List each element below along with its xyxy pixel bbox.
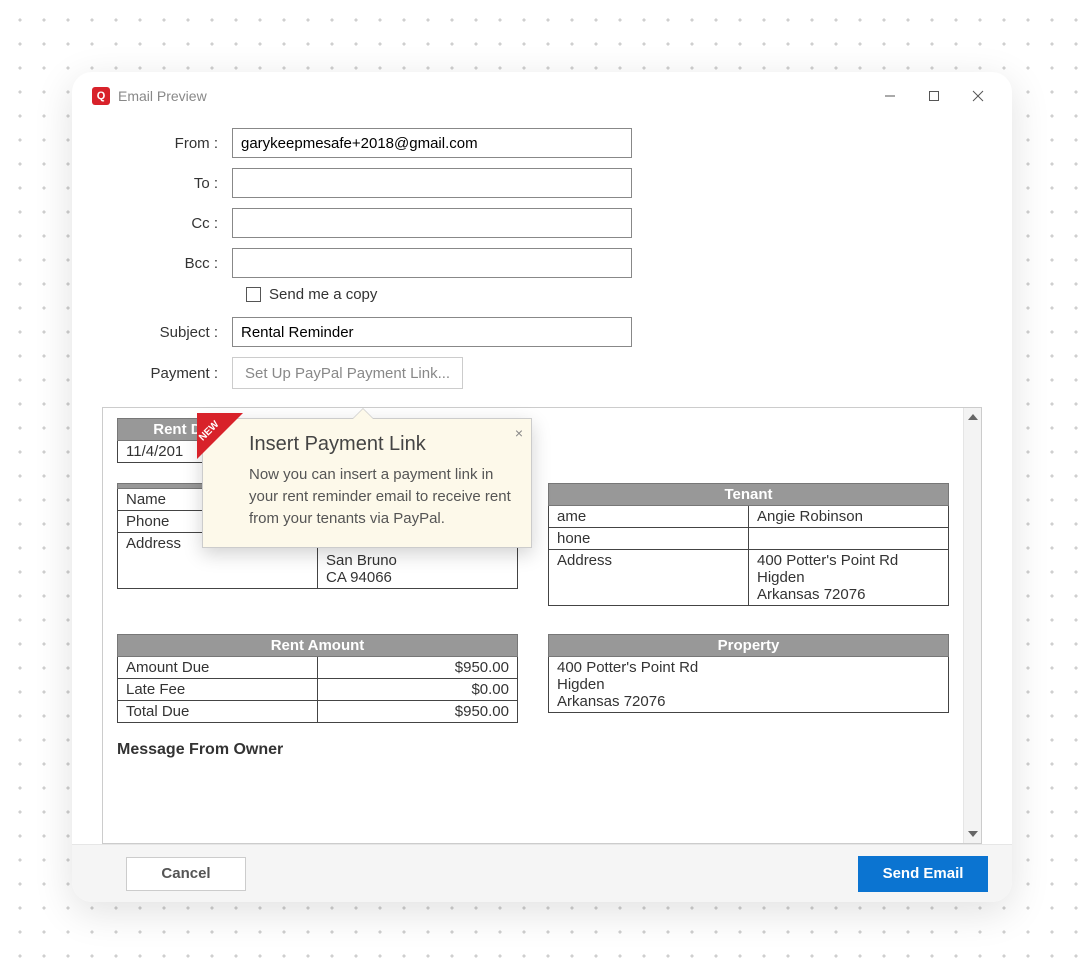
cancel-button[interactable]: Cancel bbox=[126, 857, 246, 891]
from-label: From : bbox=[102, 135, 232, 152]
tenant-address-value: 400 Potter's Point Rd Higden Arkansas 72… bbox=[749, 550, 949, 606]
payment-label: Payment : bbox=[102, 365, 232, 382]
rent-amount-header: Rent Amount bbox=[118, 635, 518, 657]
scroll-down-icon[interactable] bbox=[964, 825, 981, 843]
minimize-button[interactable] bbox=[868, 80, 912, 112]
popover-body: Now you can insert a payment link in you… bbox=[249, 464, 515, 529]
new-ribbon-icon: NEW bbox=[197, 413, 243, 459]
late-fee-label: Late Fee bbox=[118, 679, 318, 701]
app-logo-icon: Q bbox=[92, 87, 110, 105]
amount-due-label: Amount Due bbox=[118, 657, 318, 679]
titlebar: Q Email Preview bbox=[72, 72, 1012, 120]
bcc-label: Bcc : bbox=[102, 255, 232, 272]
to-input[interactable] bbox=[232, 168, 632, 198]
bcc-input[interactable] bbox=[232, 248, 632, 278]
tenant-phone-label: hone bbox=[549, 528, 749, 550]
popover-close-icon[interactable]: × bbox=[515, 425, 523, 441]
from-input[interactable] bbox=[232, 128, 632, 158]
property-table: Property 400 Potter's Point Rd Higden Ar… bbox=[548, 634, 949, 713]
maximize-button[interactable] bbox=[912, 80, 956, 112]
message-from-owner-header: Message From Owner bbox=[117, 741, 949, 759]
subject-input[interactable] bbox=[232, 317, 632, 347]
popover-title: Insert Payment Link bbox=[249, 433, 515, 456]
total-due-label: Total Due bbox=[118, 701, 318, 723]
insert-payment-link-popover: NEW × Insert Payment Link Now you can in… bbox=[202, 418, 532, 548]
tenant-table: Tenant ame Angie Robinson hone bbox=[548, 483, 949, 606]
to-label: To : bbox=[102, 175, 232, 192]
window-title: Email Preview bbox=[118, 88, 207, 104]
rent-amount-table: Rent Amount Amount Due $950.00 Late Fee … bbox=[117, 634, 518, 723]
tenant-header: Tenant bbox=[549, 484, 949, 506]
property-address: 400 Potter's Point Rd Higden Arkansas 72… bbox=[549, 657, 949, 713]
scroll-up-icon[interactable] bbox=[964, 408, 981, 426]
close-button[interactable] bbox=[956, 80, 1000, 112]
setup-paypal-button[interactable]: Set Up PayPal Payment Link... bbox=[232, 357, 463, 389]
tenant-name-label: ame bbox=[549, 506, 749, 528]
send-copy-label: Send me a copy bbox=[269, 286, 377, 303]
send-copy-checkbox[interactable] bbox=[246, 287, 261, 302]
cancel-button-label: Cancel bbox=[161, 865, 210, 882]
dialog-footer: Cancel Send Email bbox=[72, 844, 1012, 902]
cc-label: Cc : bbox=[102, 215, 232, 232]
send-email-button[interactable]: Send Email bbox=[858, 856, 988, 892]
amount-due-value: $950.00 bbox=[318, 657, 518, 679]
tenant-phone-value bbox=[749, 528, 949, 550]
preview-scrollbar[interactable] bbox=[963, 408, 981, 843]
subject-label: Subject : bbox=[102, 324, 232, 341]
total-due-value: $950.00 bbox=[318, 701, 518, 723]
late-fee-value: $0.00 bbox=[318, 679, 518, 701]
tenant-address-label: Address bbox=[549, 550, 749, 606]
setup-paypal-button-label: Set Up PayPal Payment Link... bbox=[245, 365, 450, 382]
tenant-name-value: Angie Robinson bbox=[749, 506, 949, 528]
send-email-button-label: Send Email bbox=[883, 865, 964, 882]
window: Q Email Preview From : To : bbox=[72, 72, 1012, 902]
cc-input[interactable] bbox=[232, 208, 632, 238]
property-header: Property bbox=[549, 635, 949, 657]
